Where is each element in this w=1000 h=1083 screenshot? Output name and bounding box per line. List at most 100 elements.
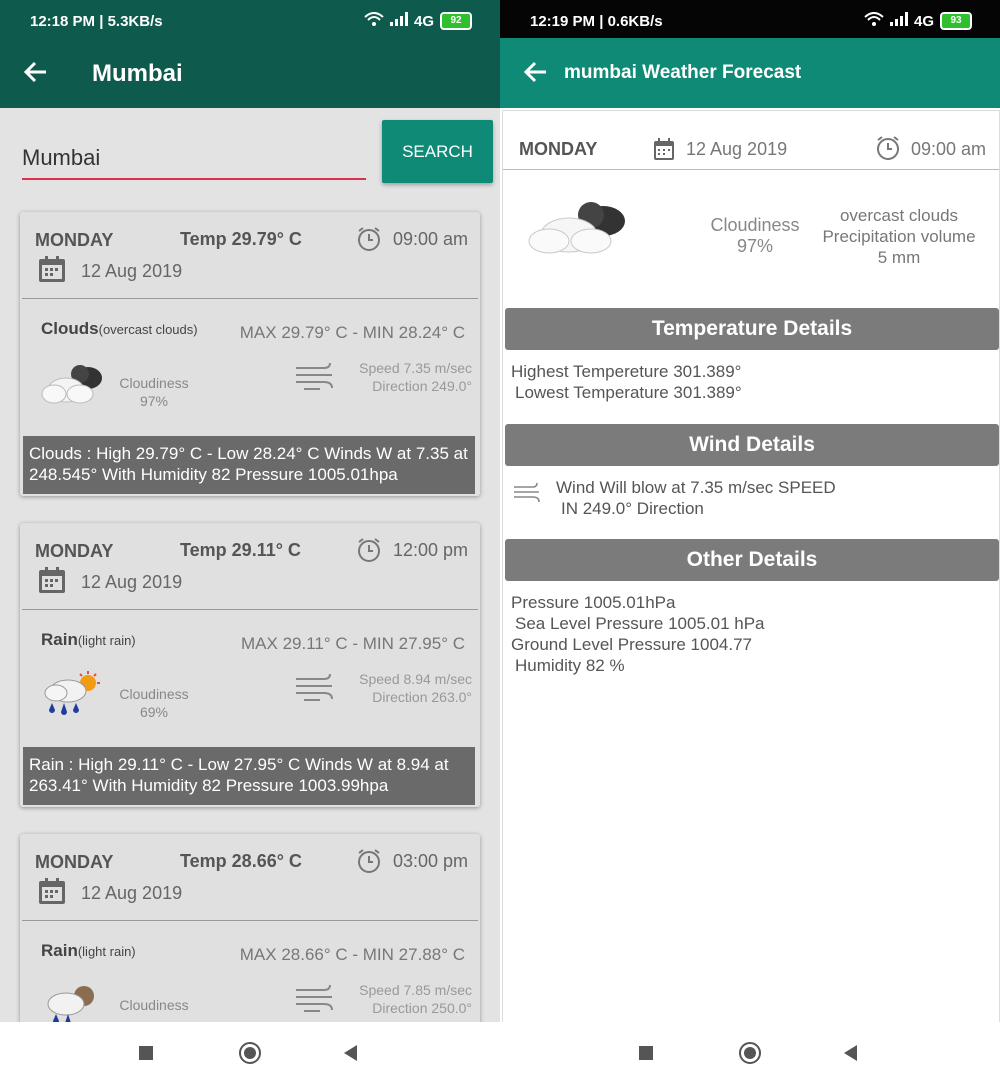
lowest-temperature: Lowest Temperature 301.389° xyxy=(515,383,742,402)
condition-label: Rain(light rain) xyxy=(41,941,136,961)
cloud-icon xyxy=(40,360,106,406)
max-min-label: MAX 29.11° C - MIN 27.95° C xyxy=(241,634,465,653)
battery-icon: 92 xyxy=(440,12,472,30)
search-button[interactable]: SEARCH xyxy=(382,120,493,183)
wind-icon xyxy=(294,360,336,394)
condition-detail: (light rain) xyxy=(77,633,136,648)
divider xyxy=(22,920,478,921)
wind-icon xyxy=(513,481,541,505)
calendar-icon xyxy=(37,254,67,284)
back-triangle-icon[interactable] xyxy=(344,1045,357,1061)
temperature-label: Temp 29.79° C xyxy=(180,229,302,249)
forecast-summary: Clouds : High 29.79° C - Low 28.24° C Wi… xyxy=(23,436,475,494)
precipitation-value: 5 mm xyxy=(877,248,921,267)
condition-main: Rain xyxy=(41,630,78,649)
condition-detail: (light rain) xyxy=(77,944,136,959)
max-min-label: MAX 28.66° C - MIN 27.88° C xyxy=(239,945,465,964)
condition-label: Clouds(overcast clouds) xyxy=(41,319,198,339)
date-label: 12 Aug 2019 xyxy=(81,261,183,281)
cloud-icon xyxy=(525,197,635,257)
forecast-card[interactable]: MONDAY Temp 29.11° C 12:00 pm 12 Aug 201… xyxy=(20,523,480,807)
wind-speed: Speed 8.94 m/sec Direction 263.0° xyxy=(359,670,472,706)
alarm-clock-icon xyxy=(356,848,382,874)
temperature-label: Temp 29.11° C xyxy=(180,540,301,560)
ground-level-pressure-line: Ground Level Pressure 1004.77 xyxy=(511,635,752,654)
wind-icon xyxy=(294,982,336,1016)
speed-label: Speed 8.94 m/sec xyxy=(359,671,472,687)
wind-section-header: Wind Details xyxy=(505,424,999,466)
time-label: 09:00 am xyxy=(911,139,987,159)
signal-icon xyxy=(389,12,408,30)
app-bar: mumbai Weather Forecast xyxy=(500,38,1000,108)
day-label: MONDAY xyxy=(35,852,114,872)
divider xyxy=(503,169,999,170)
direction-label: Direction 263.0° xyxy=(372,689,472,705)
forecast-summary: Rain : High 29.11° C - Low 27.95° C Wind… xyxy=(23,747,475,805)
cloudiness-label: Cloudiness xyxy=(119,997,189,1013)
speed-label: Speed 7.35 m/sec xyxy=(359,360,472,376)
time-label: 09:00 am xyxy=(393,229,469,249)
alarm-clock-icon xyxy=(356,537,382,563)
city-forecast-screen: 12:18 PM | 5.3KB/s 4G 92 Mumbai SEARCH M… xyxy=(0,0,500,1083)
alarm-clock-icon xyxy=(356,226,382,252)
temperature-label: Temp 28.66° C xyxy=(180,851,302,871)
app-bar: Mumbai xyxy=(0,44,500,108)
calendar-icon xyxy=(653,137,675,161)
wind-speed: Speed 7.35 m/sec Direction 249.0° xyxy=(359,359,472,395)
time-label: 03:00 pm xyxy=(393,851,469,871)
sea-level-pressure-line: Sea Level Pressure 1005.01 hPa xyxy=(515,614,765,633)
cloudiness-label: Cloudiness xyxy=(119,686,189,702)
recents-square-icon[interactable] xyxy=(639,1046,653,1060)
status-time: 12:18 PM | 5.3KB/s xyxy=(30,13,163,30)
humidity-line: Humidity 82 % xyxy=(515,656,625,675)
cloudiness-value: 97% xyxy=(736,236,774,256)
home-circle-icon[interactable] xyxy=(239,1042,261,1064)
other-section-header: Other Details xyxy=(505,539,999,581)
network-type: 4G xyxy=(913,12,934,30)
max-min-label: MAX 29.79° C - MIN 28.24° C xyxy=(239,323,465,342)
rain-sun-icon xyxy=(40,671,106,717)
forecast-card[interactable]: MONDAY Temp 29.79° C 09:00 am 12 Aug 201… xyxy=(20,212,480,496)
condition-label: Rain(light rain) xyxy=(41,630,136,650)
network-type: 4G xyxy=(413,12,434,30)
divider xyxy=(22,609,478,610)
cloudiness: Cloudiness 97% xyxy=(707,215,803,257)
weather-description: overcast clouds Precipitation volume 5 mm xyxy=(811,205,987,268)
page-title: Mumbai xyxy=(92,60,183,87)
speed-label: Speed 7.85 m/sec xyxy=(359,982,472,998)
cloudiness-value: 69% xyxy=(139,704,169,720)
divider xyxy=(22,298,478,299)
cloudiness: Cloudiness 69% xyxy=(106,685,202,721)
home-circle-icon[interactable] xyxy=(739,1042,761,1064)
wifi-icon xyxy=(364,12,384,30)
pressure-line: Pressure 1005.01hPa xyxy=(511,593,676,612)
signal-icon xyxy=(889,12,908,30)
recents-square-icon[interactable] xyxy=(139,1046,153,1060)
condition-detail: (overcast clouds) xyxy=(98,322,198,337)
page-title: mumbai Weather Forecast xyxy=(564,62,802,83)
back-triangle-icon[interactable] xyxy=(844,1045,857,1061)
back-arrow-icon[interactable] xyxy=(22,58,50,86)
day-label: MONDAY xyxy=(35,230,114,250)
date-label: 12 Aug 2019 xyxy=(81,883,183,903)
alarm-clock-icon xyxy=(875,135,901,161)
direction-label: Direction 249.0° xyxy=(372,378,472,394)
wind-icon xyxy=(294,671,336,705)
forecast-detail-card: MONDAY 12 Aug 2019 09:00 am Cloudiness 97… xyxy=(502,110,1000,1024)
battery-icon: 93 xyxy=(940,12,972,30)
day-label: MONDAY xyxy=(35,541,114,561)
calendar-icon xyxy=(37,565,67,595)
condition-main: Clouds xyxy=(41,319,99,338)
highest-temperature: Highest Tempereture 301.389° xyxy=(511,362,742,381)
time-label: 12:00 pm xyxy=(393,540,469,560)
cloudiness-label: Cloudiness xyxy=(710,215,800,235)
temperature-section-header: Temperature Details xyxy=(505,308,999,350)
condition-main: Rain xyxy=(41,941,78,960)
back-arrow-icon[interactable] xyxy=(522,58,550,86)
wind-speed-line: Wind Will blow at 7.35 m/sec SPEED xyxy=(556,478,836,497)
city-search-input[interactable] xyxy=(22,138,366,180)
cloudiness-value: 97% xyxy=(139,393,169,409)
cloudiness: Cloudiness 97% xyxy=(106,374,202,410)
description-line: overcast clouds xyxy=(839,206,959,225)
direction-label: Direction 250.0° xyxy=(372,1000,472,1016)
